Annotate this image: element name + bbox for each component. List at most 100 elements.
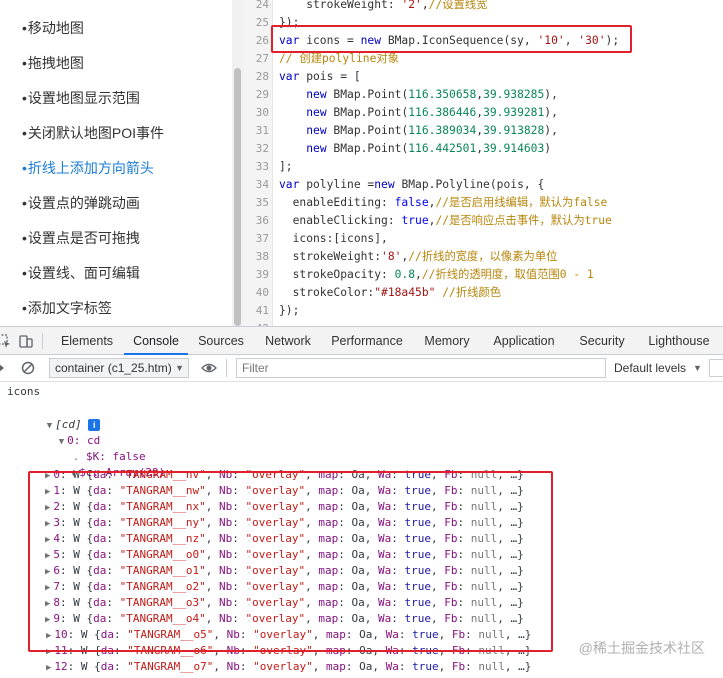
sidebar-scrollbar[interactable] [232,0,243,326]
sidebar-item[interactable]: •设置点是否可拖拽 [22,228,140,248]
clear-console-icon[interactable] [20,360,36,376]
item-index: 12 [54,660,68,673]
tab-lighthouse[interactable]: Lighthouse [641,327,717,355]
sidebar-item-label: 设置地图显示范围 [27,90,140,106]
settings-button-partial[interactable] [709,359,723,377]
line-number: 37 [255,232,269,245]
toolbar-divider [226,359,227,377]
sidebar-item-label: 设置线、面可编辑 [27,265,140,281]
code-line: enableClicking: true,//是否响应点击事件，默认为true [279,214,612,227]
filter-input[interactable] [236,358,606,378]
item-nb: "overlay" [253,660,313,673]
line-number: 26 [255,34,269,47]
tab-security[interactable]: Security [567,327,637,355]
chevron-down-icon: ▼ [693,363,702,373]
array-c-row[interactable]: ▼ $c: Array(29) [31,449,166,479]
top-area: •移动地图 •拖拽地图 •设置地图显示范围 •关闭默认地图POI事件 •折线上添加方向箭… [0,0,723,326]
tab-network[interactable]: Network [256,327,320,355]
sidebar-item[interactable]: •折线上添加方向箭头 [22,158,154,178]
code-line: strokeOpacity: 0.8,//折线的透明度，取值范围0 - 1 [279,268,594,281]
code-line: var polyline =new BMap.Polyline(pois, { [279,178,545,191]
line-number: 29 [255,88,269,101]
item-da: "TANGRAM__o7" [127,660,214,673]
sidebar-item-label: 设置点是否可拖拽 [27,230,140,246]
code-line: new BMap.Point(116.386446,39.939281), [306,106,558,119]
line-number: 24 [255,0,269,11]
bullet-icon: • [22,195,27,211]
tab-performance[interactable]: Performance [323,327,411,355]
tab-application[interactable]: Application [484,327,564,355]
sidebar-item[interactable]: •添加文字标签 [22,298,112,318]
line-number-gutter: 24252627282930313233343536373839404142 [243,0,273,326]
code-line: new BMap.Point(116.350658,39.938285), [306,88,558,101]
item-map: Oa [359,660,373,673]
line-number: 27 [255,52,269,65]
sidebar-item[interactable]: •设置线、面可编辑 [22,263,140,283]
tab-divider [42,333,43,349]
highlight-box-rows [28,471,553,652]
sidebar-item[interactable]: •设置点的弹跳动画 [22,193,140,213]
code-line: var pois = [ [279,70,361,83]
bullet-icon: • [22,230,27,246]
eye-icon[interactable] [201,360,217,376]
code-line: strokeWeight: '2',//设置线宽 [279,0,488,11]
code-line: }); [279,304,300,317]
line-number: 30 [255,106,269,119]
devtools-tabbar: Elements Console Sources Network Performance… [0,326,723,355]
console-log-label: icons [7,385,41,398]
sidebar-item[interactable]: •移动地图 [22,18,84,38]
bullet-icon: • [22,160,27,176]
sidebar-item-label: 添加文字标签 [27,300,112,316]
bullet-icon: • [22,20,27,36]
line-number: 25 [255,16,269,29]
code-line: new BMap.Point(116.389034,39.913828), [306,124,558,137]
inspect-icon[interactable] [0,333,12,349]
code-line: icons:[icons], [279,232,388,245]
context-select-label: container (c1_25.htm) [55,361,172,375]
line-number: 31 [255,124,269,137]
line-number: 38 [255,250,269,263]
sidebar: •移动地图 •拖拽地图 •设置地图显示范围 •关闭默认地图POI事件 •折线上添加方向箭… [0,0,232,326]
bullet-icon: • [22,55,27,71]
bullet-icon: • [22,265,27,281]
devtools-panel: Elements Console Sources Network Performance… [0,326,723,678]
array-row[interactable]: ▼ [cd] i [7,401,101,431]
device-toolbar-icon[interactable] [18,333,34,349]
bullet-icon: • [22,125,27,141]
bullet-icon: • [22,300,27,316]
highlight-box-code [271,25,632,53]
sidebar-item-label: 关闭默认地图POI事件 [27,125,165,141]
sidebar-toggle-icon[interactable] [0,360,10,376]
line-number: 41 [255,304,269,317]
sidebar-item[interactable]: •关闭默认地图POI事件 [22,123,164,143]
line-number: 39 [255,268,269,281]
context-select[interactable]: container (c1_25.htm) ▼ [49,358,189,378]
chevron-down-icon: ▼ [175,363,184,373]
expand-triangle-icon[interactable]: ▶ [46,663,51,673]
sidebar-scrollbar-thumb[interactable] [234,68,241,326]
tab-console[interactable]: Console [124,327,188,355]
bullet-icon: • [22,90,27,106]
object-row[interactable]: ▼ 0: cd [19,417,101,447]
console-toolbar: container (c1_25.htm) ▼ Default levels ▼ [0,355,723,382]
array-item-row[interactable]: ▶ 12: W {da: "TANGRAM__o7", Nb: "overlay"… [46,659,531,675]
property-row: . $K: false [72,450,146,463]
sidebar-item-label: 拖拽地图 [27,55,84,71]
log-levels-select[interactable]: Default levels ▼ [614,358,710,378]
tab-memory[interactable]: Memory [414,327,480,355]
tab-sources[interactable]: Sources [190,327,252,355]
log-levels-label: Default levels [614,361,687,375]
sidebar-item-label: 折线上添加方向箭头 [27,160,154,176]
watermark: @稀土掘金技术社区 [578,640,705,656]
sidebar-item-label: 移动地图 [27,20,84,36]
tab-elements[interactable]: Elements [52,327,122,355]
sidebar-item[interactable]: •拖拽地图 [22,53,84,73]
item-fb: null [478,660,505,673]
code-line: new BMap.Point(116.442501,39.914603) [306,142,552,155]
sidebar-item[interactable]: •设置地图显示范围 [22,88,140,108]
item-wa: true [412,660,439,673]
sidebar-item-label: 设置点的弹跳动画 [27,195,140,211]
line-number: 33 [255,160,269,173]
line-number: 40 [255,286,269,299]
code-line: ]; [279,160,293,173]
